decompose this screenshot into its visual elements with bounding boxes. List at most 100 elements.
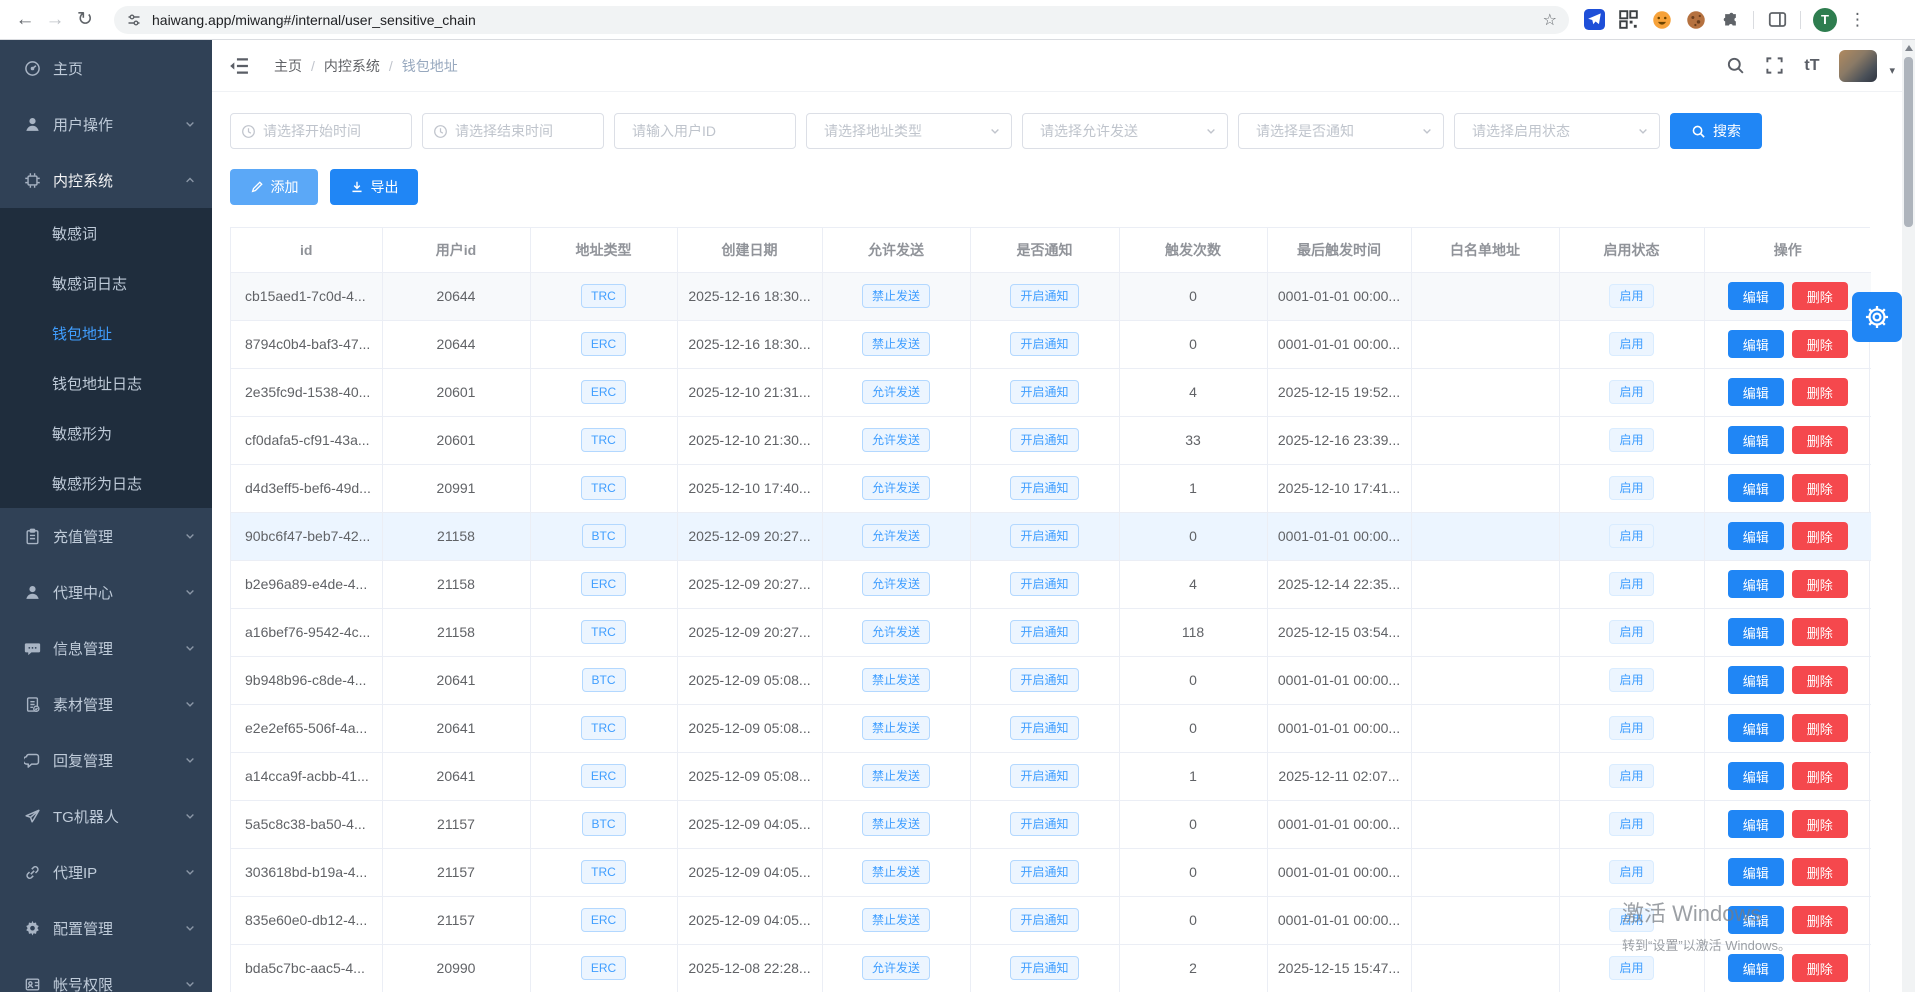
- edit-button[interactable]: 编辑: [1728, 714, 1784, 742]
- enable-status-tag[interactable]: 启用: [1609, 428, 1653, 452]
- delete-button[interactable]: 删除: [1792, 282, 1848, 310]
- side-panel-icon[interactable]: [1766, 9, 1788, 31]
- filter-select-5[interactable]: 请选择是否通知: [1238, 113, 1444, 149]
- edit-button[interactable]: 编辑: [1728, 330, 1784, 358]
- enable-status-tag[interactable]: 启用: [1609, 716, 1653, 740]
- filter-date-0[interactable]: 请选择开始时间: [230, 113, 412, 149]
- enable-status-tag[interactable]: 启用: [1609, 380, 1653, 404]
- enable-status-tag[interactable]: 启用: [1609, 476, 1653, 500]
- edit-button[interactable]: 编辑: [1728, 666, 1784, 694]
- send-status-tag[interactable]: 禁止发送: [862, 332, 930, 356]
- bookmark-star-icon[interactable]: ☆: [1543, 10, 1557, 30]
- notify-status-tag[interactable]: 开启通知: [1010, 524, 1078, 548]
- sidebar-item-sensitive-words-log[interactable]: 敏感词日志: [0, 258, 212, 308]
- telegram-extension-icon[interactable]: [1583, 9, 1605, 31]
- edit-button[interactable]: 编辑: [1728, 282, 1784, 310]
- extensions-puzzle-icon[interactable]: [1719, 9, 1741, 31]
- enable-status-tag[interactable]: 启用: [1609, 284, 1653, 308]
- edit-button[interactable]: 编辑: [1728, 906, 1784, 934]
- fullscreen-icon[interactable]: [1765, 56, 1784, 75]
- export-button[interactable]: 导出: [330, 169, 418, 205]
- send-status-tag[interactable]: 禁止发送: [862, 860, 930, 884]
- sidebar-item-sensitive-words[interactable]: 敏感词: [0, 208, 212, 258]
- enable-status-tag[interactable]: 启用: [1609, 332, 1653, 356]
- enable-status-tag[interactable]: 启用: [1609, 524, 1653, 548]
- sidebar-item-home[interactable]: 主页: [0, 40, 212, 96]
- scrollbar-thumb[interactable]: [1904, 57, 1913, 227]
- url-bar[interactable]: haiwang.app/miwang#/internal/user_sensit…: [114, 6, 1569, 34]
- sidebar-collapse-icon[interactable]: [228, 55, 250, 77]
- site-settings-icon[interactable]: [126, 12, 142, 28]
- delete-button[interactable]: 删除: [1792, 954, 1848, 982]
- sidebar-item-reply[interactable]: 回复管理: [0, 732, 212, 788]
- sidebar-item-proxy-ip[interactable]: 代理IP: [0, 844, 212, 900]
- sidebar-item-config[interactable]: 配置管理: [0, 900, 212, 956]
- delete-button[interactable]: 删除: [1792, 714, 1848, 742]
- enable-status-tag[interactable]: 启用: [1609, 668, 1653, 692]
- emoji-extension-icon[interactable]: [1651, 9, 1673, 31]
- send-status-tag[interactable]: 禁止发送: [862, 908, 930, 932]
- filter-select-6[interactable]: 请选择启用状态: [1454, 113, 1660, 149]
- delete-button[interactable]: 删除: [1792, 522, 1848, 550]
- send-status-tag[interactable]: 允许发送: [862, 956, 930, 980]
- send-status-tag[interactable]: 允许发送: [862, 524, 930, 548]
- notify-status-tag[interactable]: 开启通知: [1010, 860, 1078, 884]
- sidebar-item-account-perm[interactable]: 帐号权限: [0, 956, 212, 992]
- notify-status-tag[interactable]: 开启通知: [1010, 956, 1078, 980]
- edit-button[interactable]: 编辑: [1728, 810, 1784, 838]
- user-avatar[interactable]: [1839, 50, 1877, 82]
- sidebar-item-sensitive-behavior[interactable]: 敏感形为: [0, 408, 212, 458]
- back-icon[interactable]: ←: [10, 5, 40, 35]
- edit-button[interactable]: 编辑: [1728, 522, 1784, 550]
- sidebar-item-wallet-address[interactable]: 钱包地址: [0, 308, 212, 358]
- send-status-tag[interactable]: 禁止发送: [862, 764, 930, 788]
- send-status-tag[interactable]: 禁止发送: [862, 812, 930, 836]
- send-status-tag[interactable]: 禁止发送: [862, 716, 930, 740]
- edit-button[interactable]: 编辑: [1728, 570, 1784, 598]
- enable-status-tag[interactable]: 启用: [1609, 956, 1653, 980]
- enable-status-tag[interactable]: 启用: [1609, 908, 1653, 932]
- edit-button[interactable]: 编辑: [1728, 762, 1784, 790]
- breadcrumb-item[interactable]: 主页: [274, 56, 302, 76]
- send-status-tag[interactable]: 允许发送: [862, 476, 930, 500]
- send-status-tag[interactable]: 禁止发送: [862, 284, 930, 308]
- browser-scrollbar[interactable]: [1902, 40, 1915, 992]
- sidebar-item-message[interactable]: 信息管理: [0, 620, 212, 676]
- delete-button[interactable]: 删除: [1792, 618, 1848, 646]
- edit-button[interactable]: 编辑: [1728, 378, 1784, 406]
- delete-button[interactable]: 删除: [1792, 858, 1848, 886]
- send-status-tag[interactable]: 允许发送: [862, 620, 930, 644]
- edit-button[interactable]: 编辑: [1728, 474, 1784, 502]
- notify-status-tag[interactable]: 开启通知: [1010, 284, 1078, 308]
- enable-status-tag[interactable]: 启用: [1609, 572, 1653, 596]
- delete-button[interactable]: 删除: [1792, 474, 1848, 502]
- notify-status-tag[interactable]: 开启通知: [1010, 908, 1078, 932]
- profile-avatar[interactable]: T: [1813, 8, 1837, 32]
- sidebar-item-wallet-address-log[interactable]: 钱包地址日志: [0, 358, 212, 408]
- enable-status-tag[interactable]: 启用: [1609, 860, 1653, 884]
- filter-date-1[interactable]: 请选择结束时间: [422, 113, 604, 149]
- send-status-tag[interactable]: 允许发送: [862, 380, 930, 404]
- edit-button[interactable]: 编辑: [1728, 954, 1784, 982]
- cookie-extension-icon[interactable]: [1685, 9, 1707, 31]
- enable-status-tag[interactable]: 启用: [1609, 620, 1653, 644]
- send-status-tag[interactable]: 允许发送: [862, 572, 930, 596]
- notify-status-tag[interactable]: 开启通知: [1010, 428, 1078, 452]
- notify-status-tag[interactable]: 开启通知: [1010, 812, 1078, 836]
- edit-button[interactable]: 编辑: [1728, 618, 1784, 646]
- font-size-icon[interactable]: tT: [1804, 57, 1819, 75]
- edit-button[interactable]: 编辑: [1728, 858, 1784, 886]
- delete-button[interactable]: 删除: [1792, 426, 1848, 454]
- delete-button[interactable]: 删除: [1792, 906, 1848, 934]
- sidebar-item-material[interactable]: 素材管理: [0, 676, 212, 732]
- enable-status-tag[interactable]: 启用: [1609, 812, 1653, 836]
- notify-status-tag[interactable]: 开启通知: [1010, 332, 1078, 356]
- notify-status-tag[interactable]: 开启通知: [1010, 476, 1078, 500]
- notify-status-tag[interactable]: 开启通知: [1010, 764, 1078, 788]
- delete-button[interactable]: 删除: [1792, 330, 1848, 358]
- notify-status-tag[interactable]: 开启通知: [1010, 716, 1078, 740]
- scrollbar-up-arrow-icon[interactable]: [1905, 45, 1913, 51]
- filter-text-2[interactable]: 请输入用户ID: [614, 113, 796, 149]
- forward-icon[interactable]: →: [40, 5, 70, 35]
- add-button[interactable]: 添加: [230, 169, 318, 205]
